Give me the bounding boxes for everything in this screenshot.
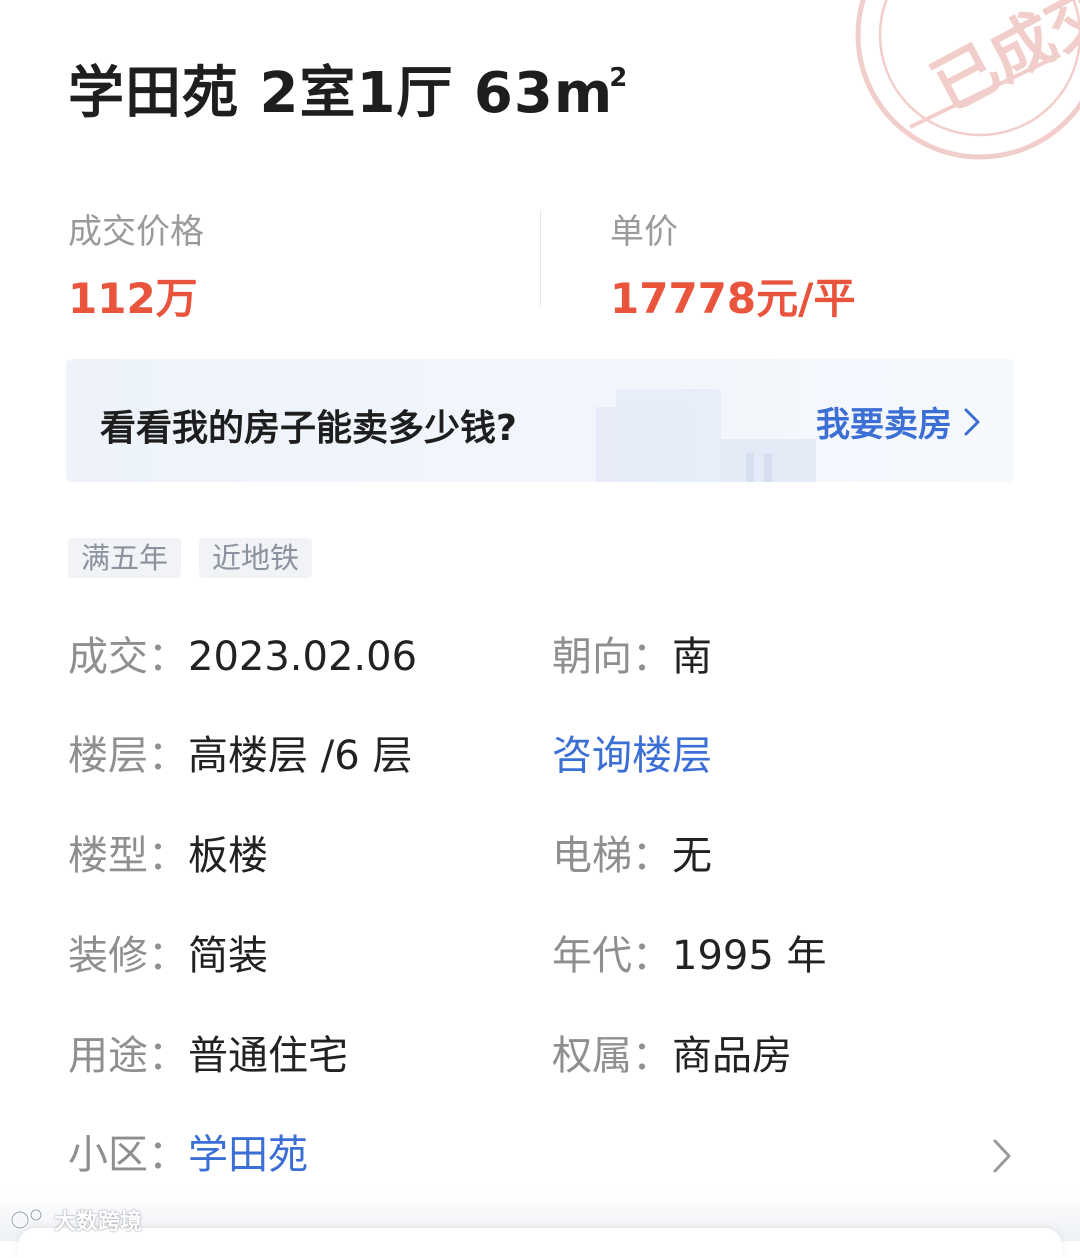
detail-label: 装修： <box>68 933 188 979</box>
stamp-text: 已成交 <box>921 0 1080 126</box>
detail-deal-date: 成交：2023.02.06 <box>68 632 417 682</box>
sold-stamp-icon: 已成交 <box>855 0 1080 160</box>
community-link[interactable]: 学田苑 <box>188 1132 308 1178</box>
detail-value: 1995 年 <box>672 933 827 979</box>
tag-near-subway: 近地铁 <box>199 538 313 578</box>
detail-value: 高楼层 /6 层 <box>188 733 413 779</box>
sell-prompt-text: 看看我的房子能卖多少钱? <box>100 408 517 449</box>
detail-label: 电梯： <box>552 833 672 879</box>
detail-label: 权属： <box>552 1033 672 1079</box>
detail-value: 无 <box>672 833 712 879</box>
price-divider <box>540 210 541 306</box>
deal-price-label: 成交价格 <box>68 212 204 252</box>
detail-value: 板楼 <box>188 833 268 879</box>
detail-value: 简装 <box>188 933 268 979</box>
detail-value: 普通住宅 <box>188 1033 348 1079</box>
detail-label: 小区： <box>68 1132 188 1178</box>
community-row[interactable]: 小区：学田苑 <box>68 1130 1014 1180</box>
detail-label: 朝向： <box>552 634 672 680</box>
detail-year: 年代：1995 年 <box>552 931 827 981</box>
detail-building-type: 楼型：板楼 <box>68 831 268 881</box>
tag-five-years: 满五年 <box>68 538 182 578</box>
detail-label: 用途： <box>68 1033 188 1079</box>
detail-value: 2023.02.06 <box>188 634 418 680</box>
unit-price-block: 单价 17778元/平 <box>610 210 855 324</box>
detail-floor: 楼层：高楼层 /6 层 <box>68 731 412 781</box>
listing-title: 学田苑 2室1厅 63m2 <box>68 48 628 129</box>
watermark: 大数跨境 <box>10 1204 142 1236</box>
unit-price-label: 单价 <box>610 212 678 252</box>
chevron-right-icon <box>993 1139 1011 1173</box>
consult-floor-link[interactable]: 咨询楼层 <box>552 731 712 781</box>
detail-label: 楼型： <box>68 833 188 879</box>
watermark-text: 大数跨境 <box>54 1210 143 1235</box>
detail-label: 年代： <box>552 933 672 979</box>
feature-tags: 满五年 近地铁 <box>68 538 313 578</box>
detail-label: 楼层： <box>68 733 188 779</box>
detail-orientation: 朝向：南 <box>552 632 712 682</box>
unit-price-value: 17778元/平 <box>610 274 856 323</box>
detail-ownership: 权属：商品房 <box>552 1031 792 1081</box>
detail-usage: 用途：普通住宅 <box>68 1031 348 1081</box>
bottom-card <box>18 1228 1062 1258</box>
area-superscript: 2 <box>609 63 629 93</box>
listing-title-text: 学田苑 2室1厅 63m <box>68 61 614 126</box>
detail-elevator: 电梯：无 <box>552 831 712 881</box>
building-illustration-icon <box>596 389 816 482</box>
chevron-right-icon <box>964 408 980 435</box>
sell-house-link-label: 我要卖房 <box>816 405 952 445</box>
detail-community: 小区：学田苑 <box>68 1130 308 1180</box>
sell-house-link[interactable]: 我要卖房 <box>816 397 980 446</box>
deal-price-value: 112万 <box>68 274 198 323</box>
watermark-logo-icon <box>10 1208 43 1230</box>
deal-price-block: 成交价格 112万 <box>68 210 204 324</box>
detail-decoration: 装修：简装 <box>68 931 268 981</box>
detail-value: 商品房 <box>672 1033 792 1079</box>
detail-value: 南 <box>672 634 712 680</box>
detail-label: 成交： <box>68 634 188 680</box>
sell-house-banner[interactable]: 看看我的房子能卖多少钱? 我要卖房 <box>66 359 1014 482</box>
